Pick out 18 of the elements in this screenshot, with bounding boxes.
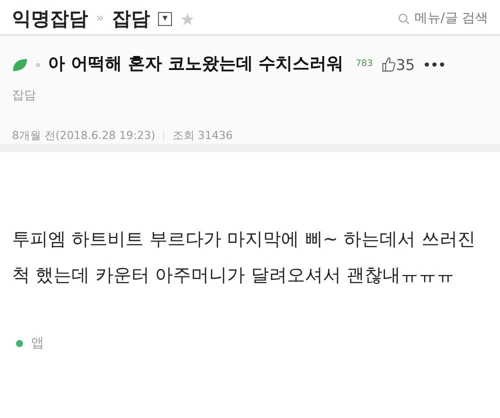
thumbs-up-icon: [380, 57, 396, 72]
post-body: 투피엠 하트비트 부르다가 마지막에 삐~ 하는데서 쓰러진 척 했는데 카운터 아주머니가 달려오셔서 괜찮내ㅠㅠㅠ: [11, 228, 476, 288]
post-time: 8개월 전(2018.6.28 19:23): [12, 128, 156, 144]
separator-dot: [36, 62, 40, 67]
source-dot: [16, 340, 23, 348]
search-icon: [398, 13, 410, 25]
view-count-label: 783: [356, 58, 373, 71]
dropdown-toggle-icon[interactable]: ▾: [158, 12, 172, 26]
source-label: 앱: [31, 335, 44, 353]
like-count[interactable]: 35: [380, 54, 415, 76]
post-title: 아 어떡해 혼자 코노왔는데 수치스러워: [48, 53, 344, 76]
category-name[interactable]: 잡담: [112, 4, 150, 34]
search-button[interactable]: 메뉴/글 검색: [398, 9, 488, 29]
more-button[interactable]: •••: [422, 56, 446, 74]
post-category: 잡담: [12, 86, 37, 104]
breadcrumb-separator: »: [96, 10, 104, 28]
view-count: 조회 31436: [172, 128, 233, 144]
board-name[interactable]: 익명잡담: [12, 4, 88, 34]
